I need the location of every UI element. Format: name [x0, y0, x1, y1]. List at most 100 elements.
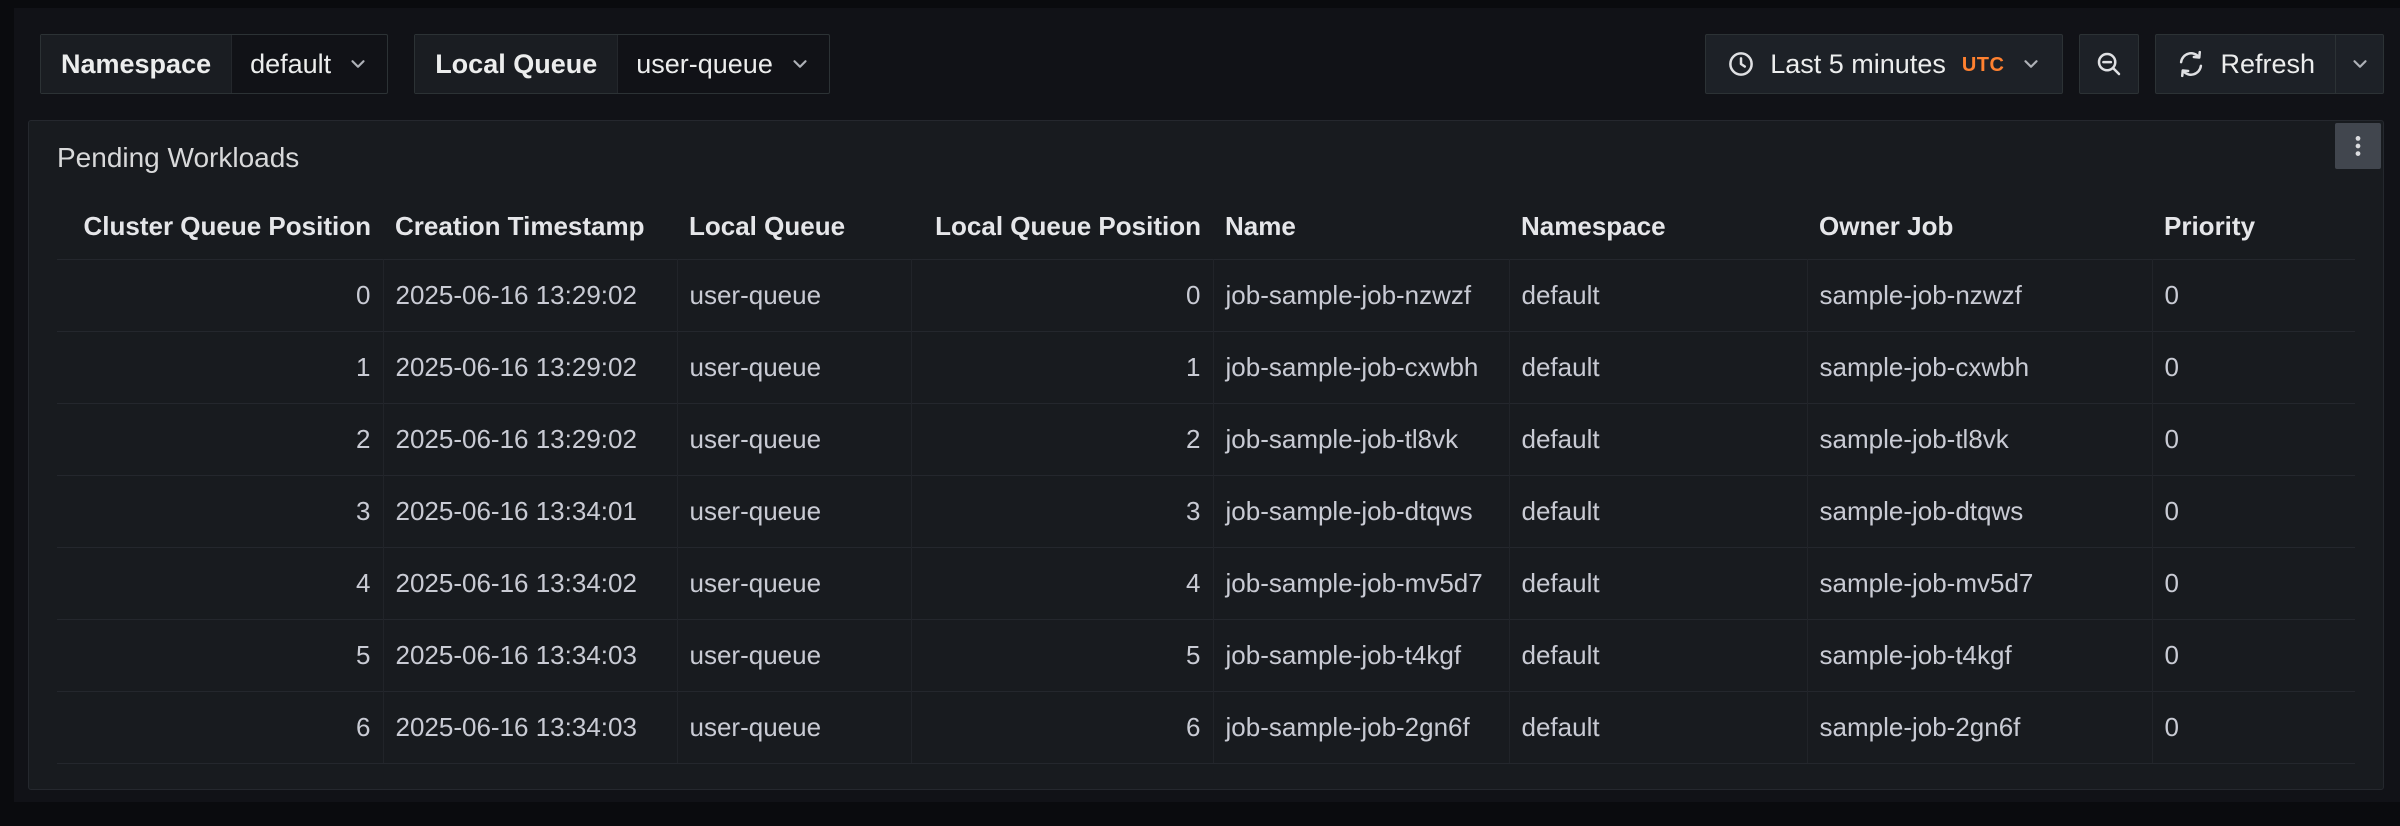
- local-queue-select[interactable]: user-queue: [618, 35, 829, 93]
- table-cell: 1: [57, 331, 383, 403]
- pending-workloads-table: Cluster Queue PositionCreation Timestamp…: [57, 195, 2355, 764]
- magnifier-minus-icon: [2094, 49, 2124, 79]
- table-cell: default: [1509, 331, 1807, 403]
- table-cell: 0: [2152, 259, 2355, 331]
- table-row: 32025-06-16 13:34:01user-queue3job-sampl…: [57, 475, 2355, 547]
- table-cell: 4: [57, 547, 383, 619]
- table-cell: default: [1509, 403, 1807, 475]
- pending-workloads-panel: Pending Workloads Cluster Queue Position…: [28, 120, 2384, 790]
- table-cell: 0: [2152, 331, 2355, 403]
- panel-title: Pending Workloads: [57, 142, 299, 174]
- table-cell: 2025-06-16 13:29:02: [383, 403, 677, 475]
- chevron-down-icon: [347, 53, 369, 75]
- timezone-label: UTC: [1962, 52, 2005, 77]
- table-cell: 0: [2152, 691, 2355, 763]
- table-row: 02025-06-16 13:29:02user-queue0job-sampl…: [57, 259, 2355, 331]
- column-header[interactable]: Priority: [2152, 195, 2355, 259]
- column-header[interactable]: Local Queue Position: [911, 195, 1213, 259]
- table-row: 62025-06-16 13:34:03user-queue6job-sampl…: [57, 691, 2355, 763]
- table-row: 52025-06-16 13:34:03user-queue5job-sampl…: [57, 619, 2355, 691]
- column-header[interactable]: Cluster Queue Position: [57, 195, 383, 259]
- column-header[interactable]: Name: [1213, 195, 1509, 259]
- namespace-select[interactable]: default: [232, 35, 387, 93]
- table-cell: default: [1509, 547, 1807, 619]
- column-header[interactable]: Creation Timestamp: [383, 195, 677, 259]
- table-cell: job-sample-job-t4kgf: [1213, 619, 1509, 691]
- panel-header: Pending Workloads: [29, 121, 2383, 195]
- table-cell: 2025-06-16 13:29:02: [383, 331, 677, 403]
- time-range-label: Last 5 minutes: [1770, 49, 1946, 80]
- table-cell: job-sample-job-dtqws: [1213, 475, 1509, 547]
- table-cell: sample-job-nzwzf: [1807, 259, 2152, 331]
- column-header[interactable]: Owner Job: [1807, 195, 2152, 259]
- table-cell: default: [1509, 259, 1807, 331]
- table-cell: 1: [911, 331, 1213, 403]
- table-cell: 0: [57, 259, 383, 331]
- table-cell: user-queue: [677, 403, 911, 475]
- panel-menu-button[interactable]: [2335, 123, 2381, 169]
- table-cell: 5: [57, 619, 383, 691]
- toolbar: Namespace default Local Queue user-queue: [14, 8, 2400, 120]
- table-cell: user-queue: [677, 547, 911, 619]
- table-cell: user-queue: [677, 259, 911, 331]
- table-cell: 2025-06-16 13:34:03: [383, 691, 677, 763]
- table-cell: 2025-06-16 13:34:02: [383, 547, 677, 619]
- table-header-row: Cluster Queue PositionCreation Timestamp…: [57, 195, 2355, 259]
- table-cell: default: [1509, 691, 1807, 763]
- table-cell: 2: [911, 403, 1213, 475]
- table-cell: sample-job-mv5d7: [1807, 547, 2152, 619]
- time-range-picker[interactable]: Last 5 minutes UTC: [1705, 34, 2063, 94]
- namespace-value: default: [250, 49, 331, 80]
- local-queue-variable: Local Queue user-queue: [414, 34, 830, 94]
- column-header[interactable]: Namespace: [1509, 195, 1807, 259]
- table-row: 42025-06-16 13:34:02user-queue4job-sampl…: [57, 547, 2355, 619]
- table-cell: default: [1509, 475, 1807, 547]
- table-cell: 0: [2152, 619, 2355, 691]
- table-cell: 0: [2152, 475, 2355, 547]
- table-cell: 0: [2152, 403, 2355, 475]
- table-cell: 3: [57, 475, 383, 547]
- zoom-out-button[interactable]: [2079, 34, 2139, 94]
- table-cell: sample-job-t4kgf: [1807, 619, 2152, 691]
- dashboard: Namespace default Local Queue user-queue: [14, 8, 2400, 802]
- table-cell: 3: [911, 475, 1213, 547]
- table-cell: 4: [911, 547, 1213, 619]
- chevron-down-icon: [2020, 53, 2042, 75]
- table-cell: sample-job-dtqws: [1807, 475, 2152, 547]
- table-cell: 6: [911, 691, 1213, 763]
- chevron-down-icon: [2349, 53, 2371, 75]
- table-cell: user-queue: [677, 475, 911, 547]
- refresh-control: Refresh: [2155, 34, 2384, 94]
- table-cell: job-sample-job-mv5d7: [1213, 547, 1509, 619]
- refresh-button[interactable]: Refresh: [2156, 35, 2335, 93]
- table-cell: user-queue: [677, 691, 911, 763]
- table-cell: default: [1509, 619, 1807, 691]
- table-cell: 2025-06-16 13:34:01: [383, 475, 677, 547]
- table-cell: job-sample-job-cxwbh: [1213, 331, 1509, 403]
- table-cell: 6: [57, 691, 383, 763]
- column-header[interactable]: Local Queue: [677, 195, 911, 259]
- table-row: 12025-06-16 13:29:02user-queue1job-sampl…: [57, 331, 2355, 403]
- chevron-down-icon: [789, 53, 811, 75]
- table-cell: 2025-06-16 13:29:02: [383, 259, 677, 331]
- table-body: 02025-06-16 13:29:02user-queue0job-sampl…: [57, 259, 2355, 763]
- time-controls: Last 5 minutes UTC Refresh: [1705, 34, 2384, 94]
- table-cell: sample-job-cxwbh: [1807, 331, 2152, 403]
- kebab-menu-icon: [2345, 133, 2371, 159]
- table-cell: sample-job-2gn6f: [1807, 691, 2152, 763]
- clock-icon: [1726, 49, 1756, 79]
- table-cell: 5: [911, 619, 1213, 691]
- table-cell: sample-job-tl8vk: [1807, 403, 2152, 475]
- refresh-interval-dropdown[interactable]: [2335, 35, 2383, 93]
- refresh-icon: [2176, 49, 2206, 79]
- refresh-label: Refresh: [2220, 49, 2315, 80]
- local-queue-label: Local Queue: [415, 35, 618, 93]
- namespace-variable: Namespace default: [40, 34, 388, 94]
- table-cell: job-sample-job-2gn6f: [1213, 691, 1509, 763]
- table-row: 22025-06-16 13:29:02user-queue2job-sampl…: [57, 403, 2355, 475]
- table-cell: job-sample-job-nzwzf: [1213, 259, 1509, 331]
- table-cell: job-sample-job-tl8vk: [1213, 403, 1509, 475]
- variable-controls: Namespace default Local Queue user-queue: [40, 34, 830, 94]
- table-cell: 0: [2152, 547, 2355, 619]
- table-cell: 2025-06-16 13:34:03: [383, 619, 677, 691]
